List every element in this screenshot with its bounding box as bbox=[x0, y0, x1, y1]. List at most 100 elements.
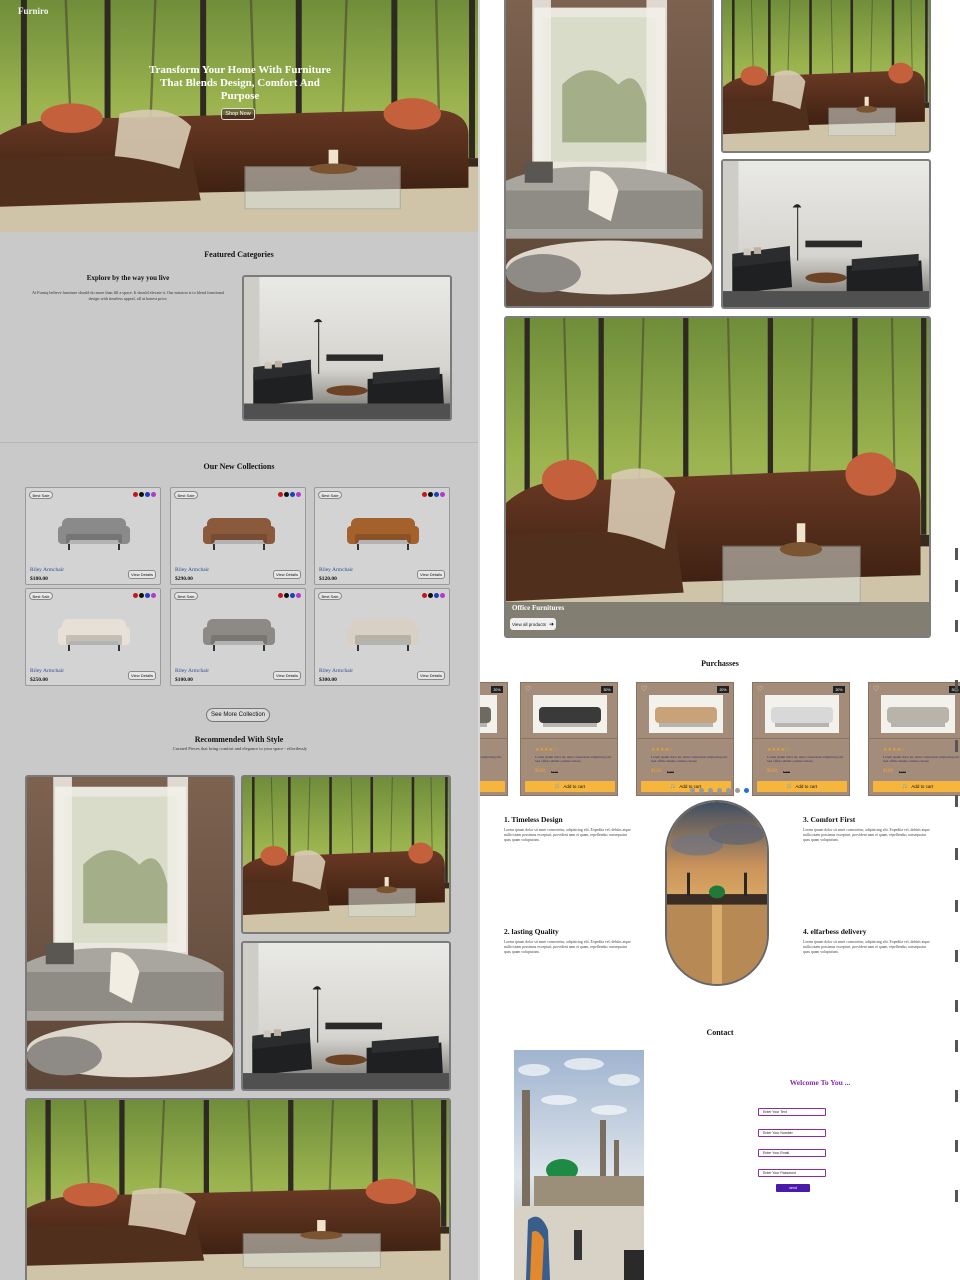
purchase-card[interactable]: ♡30%★★★★☆Lorem ipsum dolor sit, amet con… bbox=[868, 682, 960, 797]
product-name[interactable]: Riley Armchair bbox=[30, 567, 64, 573]
color-swatch[interactable] bbox=[428, 492, 433, 497]
color-swatch[interactable] bbox=[278, 492, 283, 497]
view-details-button[interactable]: View Details bbox=[128, 671, 156, 680]
carousel-dot[interactable] bbox=[690, 788, 695, 793]
color-swatch[interactable] bbox=[151, 492, 156, 497]
recommended-image-cream-sofa[interactable] bbox=[25, 775, 235, 1091]
text-field[interactable]: Enter Your Text bbox=[758, 1108, 826, 1116]
view-details-button[interactable]: View Details bbox=[128, 570, 156, 579]
view-details-button[interactable]: View Details bbox=[417, 570, 445, 579]
heart-icon[interactable]: ♡ bbox=[641, 685, 647, 693]
carousel-dot[interactable] bbox=[735, 788, 740, 793]
color-swatches bbox=[133, 593, 156, 598]
recommended-image-forest-sofa[interactable] bbox=[241, 775, 451, 934]
carousel-dot[interactable] bbox=[717, 788, 722, 793]
password-field[interactable]: Enter Your Password bbox=[758, 1169, 826, 1177]
color-swatch[interactable] bbox=[151, 593, 156, 598]
color-swatch[interactable] bbox=[284, 492, 289, 497]
color-swatch[interactable] bbox=[278, 593, 283, 598]
purchase-card[interactable]: ♡30%★★★★☆Lorem ipsum dolor sit, amet con… bbox=[520, 682, 618, 797]
color-swatch[interactable] bbox=[422, 593, 427, 598]
purchase-card-info: ★★★★☆ Lorem ipsum dolor sit, amet consect… bbox=[868, 738, 960, 796]
carousel-dot[interactable] bbox=[708, 788, 713, 793]
add-to-cart-label: Add to cart bbox=[563, 784, 586, 789]
color-swatch[interactable] bbox=[139, 593, 144, 598]
scroll-mark bbox=[955, 620, 958, 632]
color-swatch[interactable] bbox=[145, 593, 150, 598]
carousel-dot[interactable] bbox=[726, 788, 731, 793]
carousel-dot[interactable] bbox=[699, 788, 704, 793]
left-page-view: Furniro Transform Your Home With Furnitu… bbox=[0, 0, 478, 1280]
purchase-product-image bbox=[533, 695, 607, 733]
color-swatch[interactable] bbox=[139, 492, 144, 497]
color-swatch[interactable] bbox=[284, 593, 289, 598]
discount-badge: 20% bbox=[833, 686, 845, 693]
purchase-card[interactable]: ♡20%★★★★☆Lorem ipsum dolor sit, amet con… bbox=[636, 682, 734, 797]
purchase-description: Lorem ipsum dolor sit, amet consectetur … bbox=[767, 755, 844, 763]
color-swatch[interactable] bbox=[440, 492, 445, 497]
scroll-mark bbox=[955, 848, 958, 860]
color-swatch[interactable] bbox=[296, 593, 301, 598]
product-card[interactable]: Best Sale Riley Armchair $250.00 View Detai… bbox=[25, 588, 161, 686]
product-card[interactable]: Best Sale Riley Armchair $300.00 View Detai… bbox=[314, 588, 450, 686]
recommended-image-wide[interactable] bbox=[25, 1098, 451, 1280]
hero-section: Furniro Transform Your Home With Furnitu… bbox=[0, 0, 478, 232]
purchase-card[interactable]: ♡20%★★★★☆Lorem ipsum dolor sit, amet con… bbox=[480, 682, 508, 797]
office-furniture-banner[interactable]: Office Furnitures View all products ➜ bbox=[504, 316, 931, 638]
number-field[interactable]: Enter Your Number bbox=[758, 1129, 826, 1137]
heart-icon[interactable]: ♡ bbox=[873, 685, 879, 693]
see-more-collection-button[interactable]: See More Collection bbox=[206, 708, 270, 722]
add-to-cart-button[interactable]: 🛒Add to cart bbox=[757, 781, 847, 792]
product-name[interactable]: Riley Armchair bbox=[319, 567, 353, 573]
product-card[interactable]: Best Sale Riley Armchair $290.00 View Detai… bbox=[170, 487, 306, 585]
color-swatch[interactable] bbox=[428, 593, 433, 598]
view-details-button[interactable]: View Details bbox=[273, 671, 301, 680]
color-swatch[interactable] bbox=[290, 593, 295, 598]
send-button[interactable]: send bbox=[776, 1184, 810, 1192]
logo[interactable]: Furniro bbox=[18, 6, 48, 16]
color-swatch[interactable] bbox=[422, 492, 427, 497]
color-swatch[interactable] bbox=[434, 593, 439, 598]
gallery-image-cream-sofa[interactable] bbox=[504, 0, 714, 308]
scroll-mark bbox=[955, 548, 958, 560]
color-swatches bbox=[422, 492, 445, 497]
view-details-button[interactable]: View Details bbox=[273, 570, 301, 579]
scroll-mark bbox=[955, 1040, 958, 1052]
add-to-cart-button[interactable]: 🛒Add to cart bbox=[480, 781, 505, 792]
view-all-label: View all products bbox=[512, 621, 546, 627]
color-swatch[interactable] bbox=[290, 492, 295, 497]
product-name[interactable]: Riley Armchair bbox=[319, 668, 353, 674]
purchase-product-image bbox=[881, 695, 955, 733]
product-card[interactable]: Best Sale Riley Armchair $100.00 View Detai… bbox=[170, 588, 306, 686]
add-to-cart-button[interactable]: 🛒Add to cart bbox=[525, 781, 615, 792]
view-details-button[interactable]: View Details bbox=[417, 671, 445, 680]
purchase-card[interactable]: ♡20%★★★★☆Lorem ipsum dolor sit, amet con… bbox=[752, 682, 850, 797]
recommended-image-dark-sofa[interactable] bbox=[241, 941, 451, 1091]
product-name[interactable]: Riley Armchair bbox=[175, 668, 209, 674]
shop-now-button[interactable]: Shop Now bbox=[221, 108, 255, 120]
right-page-view: Office Furnitures View all products ➜ Pu… bbox=[480, 0, 960, 1280]
color-swatch[interactable] bbox=[145, 492, 150, 497]
product-name[interactable]: Riley Armchair bbox=[30, 668, 64, 674]
color-swatch[interactable] bbox=[434, 492, 439, 497]
color-swatch[interactable] bbox=[133, 593, 138, 598]
view-all-products-button[interactable]: View all products ➜ bbox=[510, 618, 556, 630]
carousel-dot-active[interactable] bbox=[744, 788, 749, 793]
heart-icon[interactable]: ♡ bbox=[757, 685, 763, 693]
gallery-image-forest-sofa[interactable] bbox=[721, 0, 931, 153]
add-to-cart-button[interactable]: 🛒Add to cart bbox=[873, 781, 960, 792]
product-name[interactable]: Riley Armchair bbox=[175, 567, 209, 573]
product-card[interactable]: Best Sale Riley Armchair $120.00 View Detai… bbox=[314, 487, 450, 585]
color-swatch[interactable] bbox=[296, 492, 301, 497]
gallery-image-dark-sofa[interactable] bbox=[721, 159, 931, 309]
color-swatch[interactable] bbox=[440, 593, 445, 598]
purchase-price: $100 bbox=[767, 769, 777, 774]
scroll-mark bbox=[955, 680, 958, 692]
product-card[interactable]: Best Sale Riley Armchair $180.00 View Detai… bbox=[25, 487, 161, 585]
heart-icon[interactable]: ♡ bbox=[525, 685, 531, 693]
rating-stars: ★★★★☆ bbox=[883, 747, 906, 753]
email-field[interactable]: Enter Your Email bbox=[758, 1149, 826, 1157]
purchase-description: Lorem ipsum dolor sit, amet consectetur … bbox=[651, 755, 728, 763]
color-swatch[interactable] bbox=[133, 492, 138, 497]
scroll-mark bbox=[955, 580, 958, 592]
